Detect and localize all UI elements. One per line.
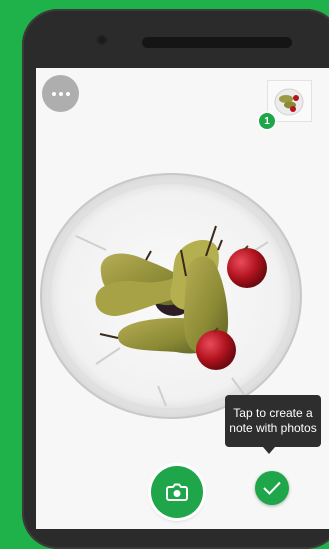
camera-icon — [166, 483, 188, 501]
photo-thumbnail[interactable] — [267, 80, 312, 122]
create-note-tooltip: Tap to create a note with photos — [225, 395, 321, 447]
more-options-button[interactable] — [42, 75, 79, 112]
tooltip-arrow — [263, 447, 275, 454]
checkmark-icon — [263, 481, 281, 495]
front-camera-icon — [97, 35, 107, 45]
more-horizontal-icon — [51, 91, 70, 96]
photo-count-badge: 1 — [259, 113, 275, 129]
done-button[interactable] — [255, 471, 289, 505]
phone-speaker — [142, 37, 292, 48]
capture-button[interactable] — [151, 466, 203, 518]
thumbnail-image — [274, 88, 304, 116]
camera-preview — [40, 173, 302, 419]
camera-screen: 1 Tap to create a note with photos — [36, 68, 329, 529]
